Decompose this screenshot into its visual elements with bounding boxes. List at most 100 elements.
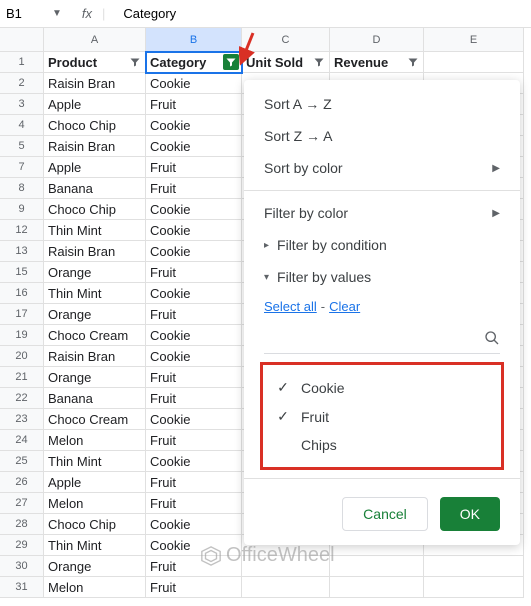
cell[interactable] bbox=[330, 556, 424, 577]
row-header[interactable]: 28 bbox=[0, 514, 44, 535]
cell[interactable]: Orange bbox=[44, 367, 146, 388]
cell[interactable]: Cookie bbox=[146, 514, 242, 535]
select-all-link[interactable]: Select all bbox=[264, 299, 317, 314]
cell[interactable]: Fruit bbox=[146, 577, 242, 598]
row-header[interactable]: 20 bbox=[0, 346, 44, 367]
header-category[interactable]: Category bbox=[146, 52, 242, 73]
row-header[interactable]: 26 bbox=[0, 472, 44, 493]
cell[interactable]: Melon bbox=[44, 577, 146, 598]
col-header-e[interactable]: E bbox=[424, 28, 524, 52]
cell[interactable]: Thin Mint bbox=[44, 220, 146, 241]
cell[interactable]: Choco Cream bbox=[44, 325, 146, 346]
ok-button[interactable]: OK bbox=[440, 497, 500, 531]
filter-icon[interactable] bbox=[223, 54, 239, 70]
filter-by-color-item[interactable]: Filter by color▶ bbox=[244, 197, 520, 229]
filter-by-condition-item[interactable]: ▸Filter by condition bbox=[244, 229, 520, 261]
filter-icon[interactable] bbox=[127, 54, 143, 70]
filter-value-fruit[interactable]: ✓Fruit bbox=[269, 402, 495, 431]
cell[interactable]: Fruit bbox=[146, 472, 242, 493]
cell[interactable]: Cookie bbox=[146, 199, 242, 220]
filter-value-cookie[interactable]: ✓Cookie bbox=[269, 373, 495, 402]
cell[interactable]: Fruit bbox=[146, 493, 242, 514]
namebox-input[interactable] bbox=[6, 6, 46, 21]
filter-search-input[interactable] bbox=[264, 332, 484, 347]
row-header[interactable]: 27 bbox=[0, 493, 44, 514]
row-header[interactable]: 22 bbox=[0, 388, 44, 409]
row-header[interactable]: 8 bbox=[0, 178, 44, 199]
header-revenue[interactable]: Revenue bbox=[330, 52, 424, 73]
row-header[interactable]: 1 bbox=[0, 52, 44, 73]
cell[interactable]: Raisin Bran bbox=[44, 136, 146, 157]
cell[interactable]: Fruit bbox=[146, 262, 242, 283]
row-header[interactable]: 13 bbox=[0, 241, 44, 262]
clear-link[interactable]: Clear bbox=[329, 299, 360, 314]
cell[interactable]: Cookie bbox=[146, 115, 242, 136]
cell[interactable]: Fruit bbox=[146, 94, 242, 115]
row-header[interactable]: 25 bbox=[0, 451, 44, 472]
cell[interactable]: Cookie bbox=[146, 241, 242, 262]
header-product[interactable]: Product bbox=[44, 52, 146, 73]
cell[interactable]: Fruit bbox=[146, 388, 242, 409]
cell[interactable]: Fruit bbox=[146, 367, 242, 388]
cell[interactable]: Fruit bbox=[146, 430, 242, 451]
row-header[interactable]: 19 bbox=[0, 325, 44, 346]
cell[interactable]: Orange bbox=[44, 304, 146, 325]
chevron-down-icon[interactable]: ▼ bbox=[52, 8, 62, 19]
cell[interactable]: Banana bbox=[44, 178, 146, 199]
row-header[interactable]: 23 bbox=[0, 409, 44, 430]
cell[interactable]: Thin Mint bbox=[44, 535, 146, 556]
cell[interactable]: Cookie bbox=[146, 220, 242, 241]
filter-value-chips[interactable]: Chips bbox=[269, 431, 495, 459]
cell[interactable]: Fruit bbox=[146, 157, 242, 178]
row-header[interactable]: 15 bbox=[0, 262, 44, 283]
row-header[interactable]: 29 bbox=[0, 535, 44, 556]
namebox[interactable]: ▼ bbox=[6, 6, 62, 21]
cell[interactable]: Cookie bbox=[146, 451, 242, 472]
cell[interactable]: Cookie bbox=[146, 409, 242, 430]
cell[interactable]: Choco Cream bbox=[44, 409, 146, 430]
sort-za-item[interactable]: Sort Z → A bbox=[244, 120, 520, 152]
filter-icon[interactable] bbox=[405, 54, 421, 70]
row-header[interactable]: 17 bbox=[0, 304, 44, 325]
cell[interactable]: Choco Chip bbox=[44, 199, 146, 220]
cell[interactable]: Orange bbox=[44, 262, 146, 283]
cell[interactable]: Apple bbox=[44, 157, 146, 178]
filter-icon[interactable] bbox=[311, 54, 327, 70]
cell[interactable]: Raisin Bran bbox=[44, 241, 146, 262]
cancel-button[interactable]: Cancel bbox=[342, 497, 428, 531]
row-header[interactable]: 12 bbox=[0, 220, 44, 241]
cell[interactable]: Melon bbox=[44, 493, 146, 514]
row-header[interactable]: 16 bbox=[0, 283, 44, 304]
cell[interactable]: Thin Mint bbox=[44, 451, 146, 472]
cell[interactable]: Melon bbox=[44, 430, 146, 451]
cell[interactable]: Apple bbox=[44, 472, 146, 493]
row-header[interactable]: 4 bbox=[0, 115, 44, 136]
formula-input[interactable] bbox=[123, 6, 299, 21]
cell[interactable]: Cookie bbox=[146, 283, 242, 304]
sort-az-item[interactable]: Sort A → Z bbox=[244, 88, 520, 120]
cell[interactable]: Banana bbox=[44, 388, 146, 409]
cell[interactable]: Choco Chip bbox=[44, 115, 146, 136]
cell[interactable]: Cookie bbox=[146, 136, 242, 157]
row-header[interactable]: 31 bbox=[0, 577, 44, 598]
filter-by-values-item[interactable]: ▾Filter by values bbox=[244, 261, 520, 293]
row-header[interactable]: 3 bbox=[0, 94, 44, 115]
row-header[interactable]: 2 bbox=[0, 73, 44, 94]
cell[interactable] bbox=[424, 52, 524, 73]
cell[interactable]: Cookie bbox=[146, 325, 242, 346]
cell[interactable]: Cookie bbox=[146, 346, 242, 367]
row-header[interactable]: 7 bbox=[0, 157, 44, 178]
cell[interactable] bbox=[424, 556, 524, 577]
cell[interactable] bbox=[330, 577, 424, 598]
cell[interactable]: Fruit bbox=[146, 304, 242, 325]
cell[interactable]: Fruit bbox=[146, 178, 242, 199]
cell[interactable]: Raisin Bran bbox=[44, 73, 146, 94]
col-header-a[interactable]: A bbox=[44, 28, 146, 52]
cell[interactable]: Cookie bbox=[146, 73, 242, 94]
cell[interactable]: Orange bbox=[44, 556, 146, 577]
col-header-b[interactable]: B bbox=[146, 28, 242, 52]
row-header[interactable]: 9 bbox=[0, 199, 44, 220]
cell[interactable]: Thin Mint bbox=[44, 283, 146, 304]
filter-search-box[interactable] bbox=[264, 326, 500, 354]
col-header-d[interactable]: D bbox=[330, 28, 424, 52]
